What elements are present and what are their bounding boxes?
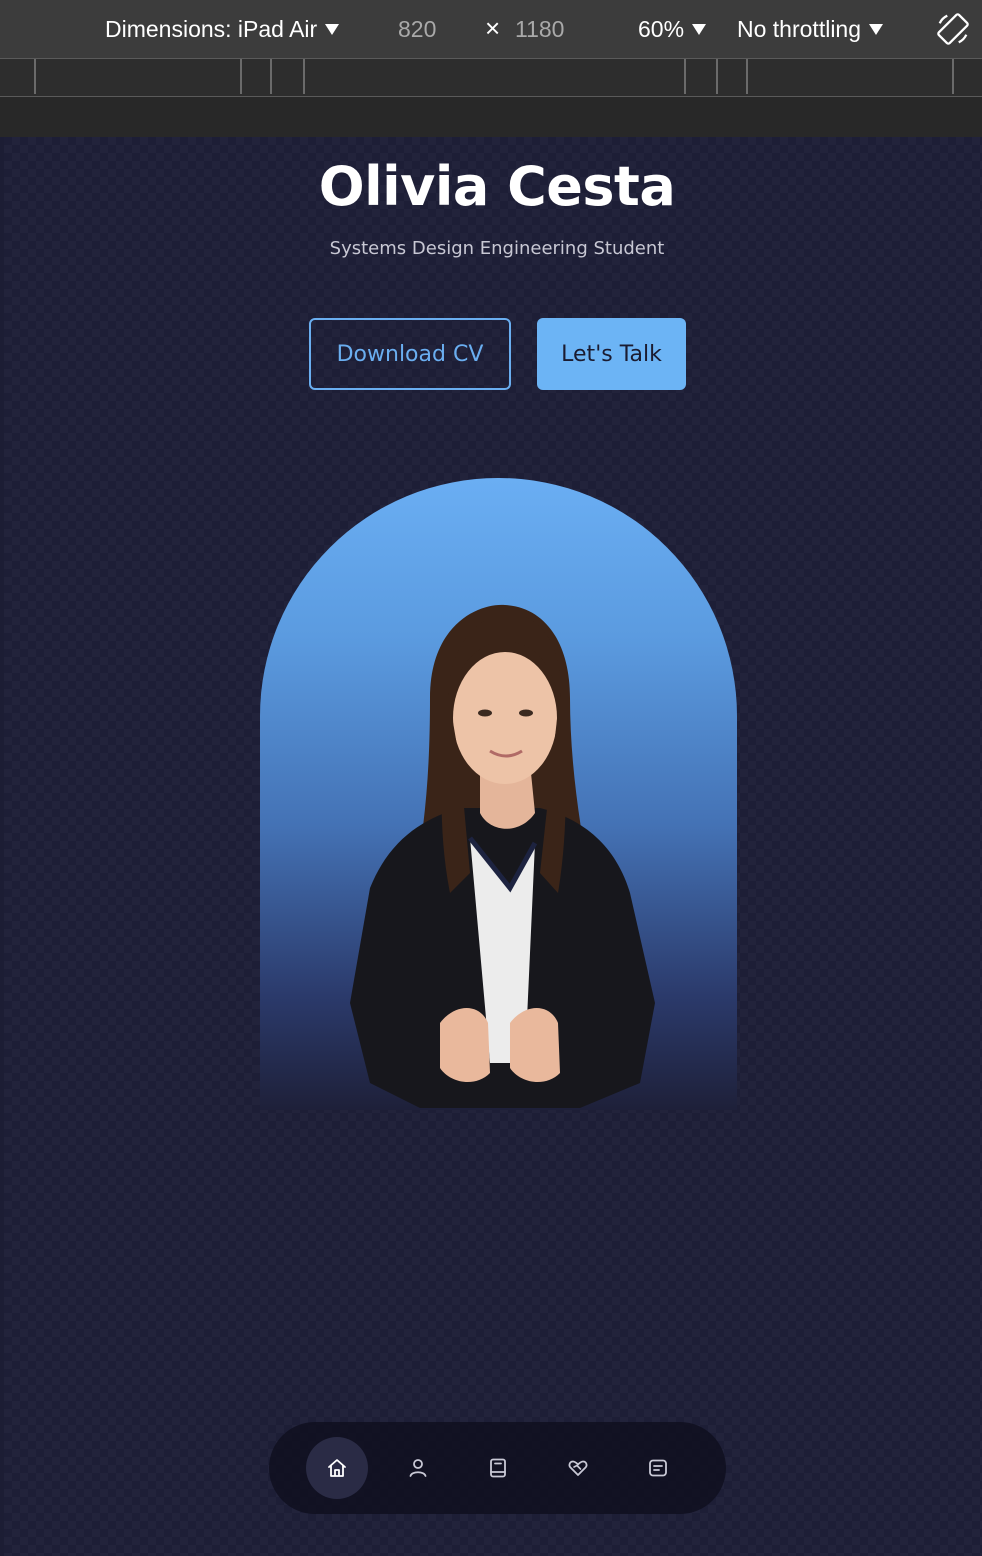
ruler-tick	[716, 59, 718, 94]
nav-contact[interactable]	[627, 1437, 689, 1499]
page-viewport: Olivia Cesta Systems Design Engineering …	[4, 137, 982, 1556]
devtools-gap	[0, 97, 982, 137]
width-value: 820	[398, 16, 437, 42]
nav-experience[interactable]	[467, 1437, 529, 1499]
dimensions-dropdown[interactable]: Dimensions: iPad Air	[105, 16, 340, 43]
bottom-nav	[269, 1422, 726, 1514]
nav-home[interactable]	[306, 1437, 368, 1499]
ruler-tick	[952, 59, 954, 94]
ruler-tick	[303, 59, 305, 94]
user-icon	[409, 1459, 427, 1477]
height-input[interactable]: 1180	[515, 16, 564, 43]
ruler-tick	[270, 59, 272, 94]
handshake-heart-icon	[568, 1460, 588, 1476]
portrait-arch	[260, 478, 737, 1110]
ruler-tick	[34, 59, 36, 94]
portrait-photo	[350, 604, 655, 1108]
throttling-label: No throttling	[737, 16, 862, 42]
chevron-down-icon	[869, 24, 884, 35]
nav-services[interactable]	[547, 1437, 609, 1499]
rotate-device-icon[interactable]	[934, 10, 972, 48]
nav-about[interactable]	[387, 1437, 449, 1499]
download-cv-button[interactable]: Download CV	[309, 318, 511, 390]
lets-talk-button[interactable]: Let's Talk	[537, 318, 686, 390]
devtools-toolbar: Dimensions: iPad Air 820 × 1180 60% No t…	[0, 0, 982, 59]
zoom-label: 60%	[638, 16, 685, 42]
home-icon	[328, 1459, 346, 1477]
media-query-ruler	[0, 59, 982, 97]
ruler-tick	[240, 59, 242, 94]
chevron-down-icon	[692, 24, 707, 35]
ruler-tick	[746, 59, 748, 94]
book-icon	[490, 1458, 506, 1478]
chevron-down-icon	[325, 24, 340, 35]
width-input[interactable]: 820	[398, 16, 436, 43]
hero-subtitle: Systems Design Engineering Student	[329, 238, 665, 259]
ruler-tick	[684, 59, 686, 94]
throttling-dropdown[interactable]: No throttling	[737, 16, 884, 43]
dimensions-label: Dimensions: iPad Air	[105, 16, 318, 42]
hero-name: Olivia Cesta	[318, 155, 676, 218]
zoom-dropdown[interactable]: 60%	[638, 16, 707, 43]
times-icon: ×	[485, 13, 501, 43]
height-value: 1180	[515, 16, 565, 42]
message-icon	[649, 1459, 667, 1477]
